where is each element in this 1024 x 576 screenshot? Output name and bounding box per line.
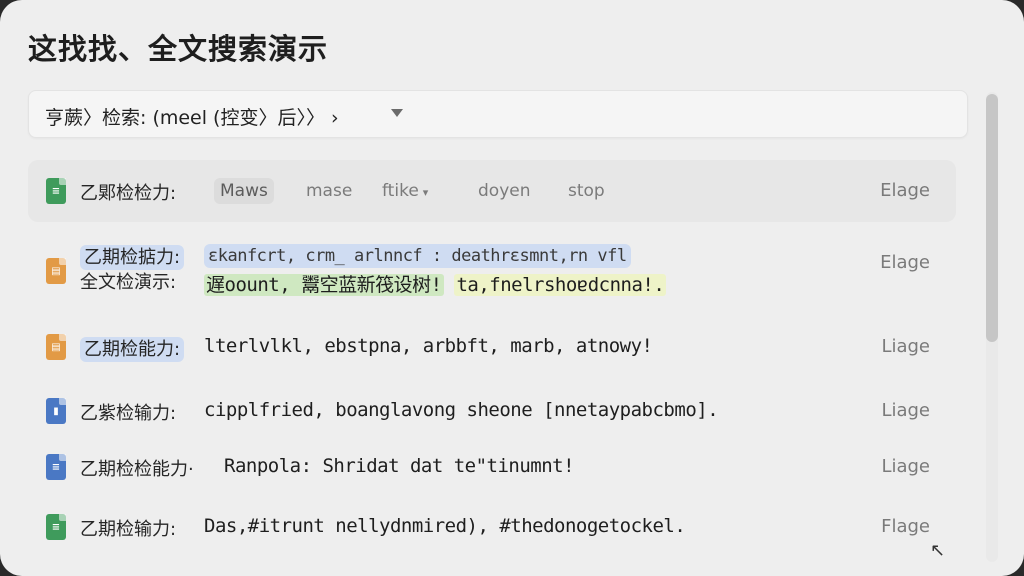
row-tag: Elage [880,252,930,273]
row-label: 乙郹检检力: [80,183,177,204]
row-label: 乙期检输力: [80,519,177,540]
page-title: 这找找、全文搜索演示 [28,32,329,66]
row-snippet: lterlvlkl, ebstpna, arbbft, marb, atnowy… [204,335,653,357]
list-item[interactable]: ≡ 乙郹检检力: Maws mase ftike ▾ doyen stop Ela… [28,160,956,222]
filter-chip[interactable]: stop [562,178,611,204]
filter-chip[interactable]: Maws [214,178,274,204]
row-snippet: Ranpola: Shridat dat te"tinumnt! [224,455,575,477]
search-input[interactable]: 亨蕨〉检索: (meel (控变〉后〉〉 › [45,103,339,130]
scrollbar[interactable] [986,92,998,562]
results-list: ≡ 乙郹检检力: Maws mase ftike ▾ doyen stop Ela… [28,158,968,576]
row-label: 乙期检掂力: [80,245,185,270]
chevron-down-icon[interactable] [391,109,403,117]
row-tag: Liage [881,456,930,477]
chevron-down-icon: ▾ [422,186,429,199]
search-window: 这找找、全文搜索演示 亨蕨〉检索: (meel (控变〉后〉〉 › ≡ 乙郹检检… [0,0,1024,576]
list-item[interactable]: ▤ 乙期检掂力: 全文检演示: ɛkanfcrt, crm_ arlnncf :… [28,236,956,302]
snippet-match: ta,fnelrshoɐdcnna!. [454,274,667,296]
row-label-secondary: 全文检演示: [80,272,177,293]
row-snippet: Das,#itrunt nellydnmired), #thedonogetoc… [204,515,686,537]
spreadsheet-icon: ≡ [46,178,66,204]
row-tag: Liage [881,336,930,357]
filter-chip[interactable]: doyen [472,178,537,204]
snippet-match: 遅oount, 鬻空蓝新筏设树! [204,274,444,296]
row-tag: Liage [881,400,930,421]
filter-chip[interactable]: mase [300,178,358,204]
filter-label: ftike [382,181,419,201]
row-label: 乙期检能力: [80,337,185,362]
scroll-thumb[interactable] [986,94,998,342]
search-bar[interactable]: 亨蕨〉检索: (meel (控变〉后〉〉 › [28,90,968,138]
row-label-wrap: 乙期检能力: [80,335,185,362]
list-item[interactable]: ▮ 乙紫检输力: cipplfried, boanglavong sheone … [28,380,956,442]
slides-icon: ▤ [46,258,66,284]
chart-doc-icon: ▮ [46,398,66,424]
slides-icon: ▤ [46,334,66,360]
list-item[interactable]: ▤ 乙期检能力: lterlvlkl, ebstpna, arbbft, mar… [28,316,956,378]
list-item[interactable]: ≡ 乙期检检能力· Ranpola: Shridat dat te"tinumn… [28,436,956,498]
row-tag: Flage [881,516,930,537]
row-snippet: ɛkanfcrt, crm_ arlnncf : deathrɛsmnt,rn … [204,244,631,268]
doc-icon: ≡ [46,454,66,480]
row-snippet-secondary: 遅oount, 鬻空蓝新筏设树! ta,fnelrshoɐdcnna!. [204,270,667,297]
row-label: 乙期检检能力· [80,459,194,480]
row-label-wrap: 乙期检掂力: [80,243,185,270]
filter-chip-dropdown[interactable]: ftike ▾ [376,178,434,204]
snippet-text: ɛkanfcrt, crm_ arlnncf : deathrɛsmnt,rn … [204,244,631,268]
row-tag: Elage [880,180,930,201]
list-item[interactable]: ≡ 乙期检输力: Das,#itrunt nellydnmired), #the… [28,496,956,558]
spreadsheet-icon: ≡ [46,514,66,540]
row-label: 乙紫检输力: [80,403,177,424]
row-snippet: cipplfried, boanglavong sheone [nnetaypa… [204,399,719,421]
cursor-icon: ↖ [930,540,946,561]
